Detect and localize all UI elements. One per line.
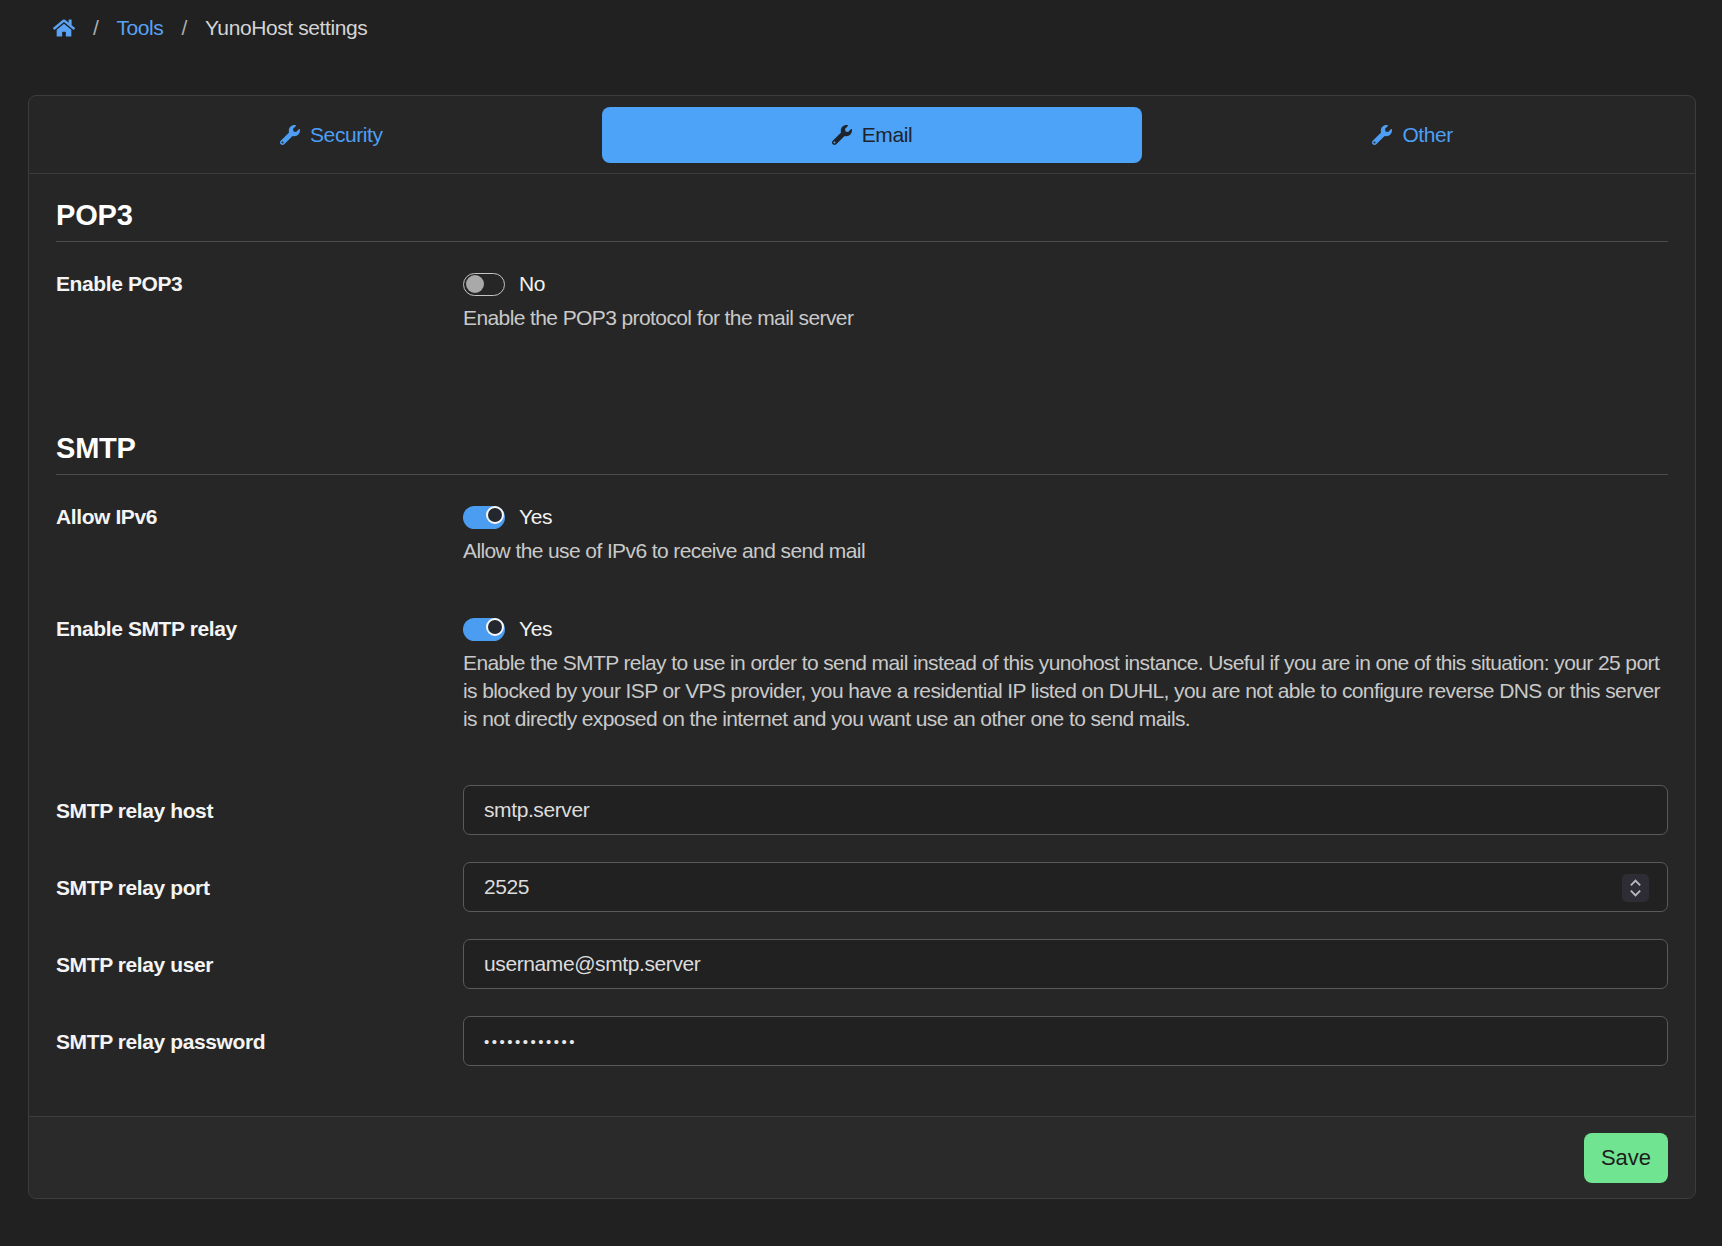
field-label: Enable POP3 bbox=[56, 272, 463, 332]
toggle-state-label: Yes bbox=[519, 505, 552, 529]
wrench-icon bbox=[832, 125, 852, 145]
field-control: username@smtp.server bbox=[463, 939, 1668, 989]
wrench-icon bbox=[1372, 125, 1392, 145]
chevron-down-icon bbox=[1629, 889, 1642, 897]
field-control: Yes Enable the SMTP relay to use in order… bbox=[463, 617, 1668, 733]
tab-label: Security bbox=[310, 123, 383, 147]
settings-form: POP3 Enable POP3 No Enable the POP3 protoco… bbox=[29, 174, 1695, 1066]
breadcrumb: / Tools / YunoHost settings bbox=[0, 0, 1722, 40]
wrench-icon bbox=[280, 125, 300, 145]
toggle-knob bbox=[486, 618, 504, 636]
breadcrumb-current: YunoHost settings bbox=[205, 16, 367, 40]
field-control: No Enable the POP3 protocol for the mail … bbox=[463, 272, 1668, 332]
field-label: SMTP relay user bbox=[56, 939, 463, 989]
smtp-relay-password-input[interactable]: •••••••••••• bbox=[463, 1016, 1668, 1066]
smtp-relay-user-input[interactable]: username@smtp.server bbox=[463, 939, 1668, 989]
save-button[interactable]: Save bbox=[1584, 1133, 1668, 1183]
field-label: SMTP relay port bbox=[56, 862, 463, 912]
field-label: SMTP relay host bbox=[56, 785, 463, 835]
tab-other[interactable]: Other bbox=[1142, 107, 1683, 163]
section-title-smtp: SMTP bbox=[56, 432, 1668, 475]
smtp-relay-port-input[interactable]: 2525 bbox=[463, 862, 1668, 912]
field-control: Yes Allow the use of IPv6 to receive and … bbox=[463, 505, 1668, 565]
tab-label: Email bbox=[862, 123, 913, 147]
toggle-knob bbox=[466, 275, 484, 293]
toggle-switch[interactable] bbox=[463, 618, 505, 641]
section-title-pop3: POP3 bbox=[56, 199, 1668, 242]
tab-bar: Security Email Other bbox=[29, 96, 1695, 174]
field-description: Allow the use of IPv6 to receive and sen… bbox=[463, 537, 1668, 565]
field-label: Allow IPv6 bbox=[56, 505, 463, 565]
form-row: SMTP relay hostsmtp.server bbox=[56, 785, 1668, 835]
breadcrumb-tools-link[interactable]: Tools bbox=[116, 16, 163, 40]
chevron-up-icon bbox=[1629, 879, 1642, 887]
toggle-state-label: Yes bbox=[519, 617, 552, 641]
form-row: SMTP relay userusername@smtp.server bbox=[56, 939, 1668, 989]
smtp-relay-host-input[interactable]: smtp.server bbox=[463, 785, 1668, 835]
field-description: Enable the POP3 protocol for the mail se… bbox=[463, 304, 1668, 332]
field-control: smtp.server bbox=[463, 785, 1668, 835]
field-label: SMTP relay password bbox=[56, 1016, 463, 1066]
breadcrumb-separator: / bbox=[181, 16, 186, 40]
form-row: Enable POP3 No Enable the POP3 protocol fo… bbox=[56, 272, 1668, 332]
field-control: •••••••••••• bbox=[463, 1016, 1668, 1066]
toggle-knob bbox=[486, 506, 504, 524]
field-description: Enable the SMTP relay to use in order to… bbox=[463, 649, 1668, 733]
tab-security[interactable]: Security bbox=[61, 107, 602, 163]
form-row: SMTP relay password•••••••••••• bbox=[56, 1016, 1668, 1066]
toggle-state-label: No bbox=[519, 272, 545, 296]
form-row: SMTP relay port2525 bbox=[56, 862, 1668, 912]
tab-email[interactable]: Email bbox=[602, 107, 1143, 163]
field-control: 2525 bbox=[463, 862, 1668, 912]
form-row: Allow IPv6 Yes Allow the use of IPv6 to re… bbox=[56, 505, 1668, 565]
number-spinner[interactable] bbox=[1622, 874, 1649, 902]
home-icon[interactable] bbox=[53, 17, 75, 39]
settings-card: SecurityEmailOther POP3Enable POP3NoEnab… bbox=[28, 95, 1696, 1199]
toggle-switch[interactable] bbox=[463, 506, 505, 529]
field-label: Enable SMTP relay bbox=[56, 617, 463, 733]
toggle-switch[interactable] bbox=[463, 273, 505, 296]
form-row: Enable SMTP relay Yes Enable the SMTP rela… bbox=[56, 617, 1668, 733]
card-footer: Save bbox=[29, 1116, 1695, 1198]
tab-label: Other bbox=[1402, 123, 1453, 147]
breadcrumb-separator: / bbox=[93, 16, 98, 40]
